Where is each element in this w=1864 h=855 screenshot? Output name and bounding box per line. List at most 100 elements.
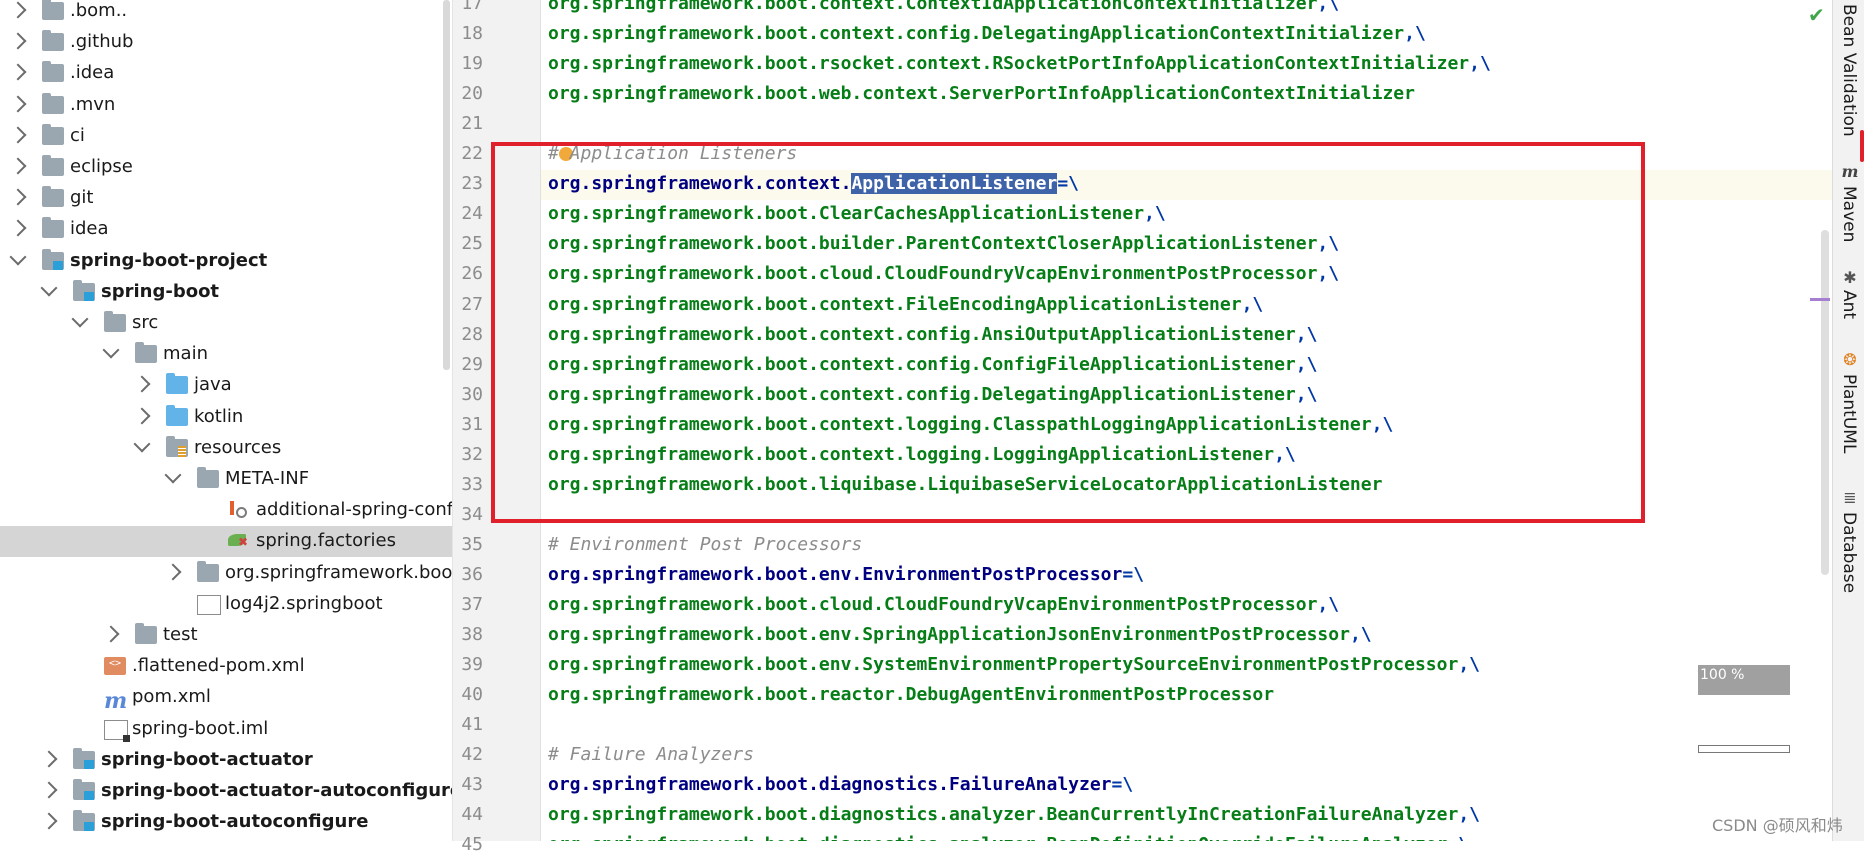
chevron-right-icon[interactable] (9, 219, 27, 237)
chevron-down-icon[interactable] (102, 341, 120, 359)
chevron-down-icon[interactable] (71, 310, 89, 328)
chevron-right-icon[interactable] (9, 157, 27, 175)
chevron-down-icon[interactable] (164, 466, 182, 484)
code-line[interactable]: org.springframework.boot.context.config.… (541, 321, 1832, 351)
tool-ant[interactable]: ✱ Ant (1835, 268, 1863, 330)
tree-item[interactable]: .github (0, 27, 452, 58)
tree-item[interactable]: eclipse (0, 152, 452, 183)
code-line[interactable]: org.springframework.boot.diagnostics.ana… (541, 831, 1832, 841)
line-continuation: ,\ (1317, 263, 1340, 285)
chevron-right-icon[interactable] (9, 95, 27, 113)
tree-item[interactable]: spring-boot-project (0, 246, 452, 277)
code-line[interactable]: org.springframework.boot.context.config.… (541, 20, 1832, 50)
tree-item[interactable]: log4j2.springboot (0, 589, 452, 620)
chevron-right-icon[interactable] (40, 781, 58, 799)
tree-item-label: spring-boot-project (70, 249, 268, 271)
code-line[interactable]: org.springframework.boot.context.config.… (541, 381, 1832, 411)
code-line[interactable] (541, 711, 1832, 741)
tree-item[interactable]: spring-boot-actuator-autoconfigure (0, 776, 452, 807)
code-editor[interactable]: org.springframework.boot.context.Context… (541, 0, 1832, 841)
chevron-right-icon[interactable] (9, 188, 27, 206)
tree-item[interactable]: <> .flattened-pom.xml (0, 651, 452, 682)
code-line[interactable] (541, 501, 1832, 531)
code-text: org.springframework.context.ApplicationL… (548, 173, 1080, 195)
tree-item[interactable]: idea (0, 214, 452, 245)
code-line[interactable]: org.springframework.boot.context.FileEnc… (541, 291, 1832, 321)
chevron-right-icon[interactable] (133, 375, 151, 393)
tree-item[interactable]: git (0, 183, 452, 214)
chevron-right-icon[interactable] (102, 625, 120, 643)
tree-item[interactable]: spring.factories (0, 526, 452, 558)
tree-item-label: spring-boot-actuator (101, 748, 313, 770)
code-text: org.springframework.boot.context.logging… (548, 414, 1393, 435)
tree-item-label: .mvn (70, 93, 116, 115)
tree-item[interactable]: test (0, 620, 452, 651)
chevron-down-icon[interactable] (9, 248, 27, 266)
tree-item[interactable]: spring-boot.iml (0, 714, 452, 745)
code-line[interactable]: org.springframework.context.ApplicationL… (541, 170, 1832, 201)
chevron-down-icon[interactable] (133, 435, 151, 453)
line-continuation: =\ (1057, 173, 1080, 195)
code-line[interactable]: org.springframework.boot.rsocket.context… (541, 50, 1832, 80)
chevron-right-icon[interactable] (9, 63, 27, 81)
chevron-right-icon[interactable] (40, 750, 58, 768)
code-line[interactable]: org.springframework.boot.env.SpringAppli… (541, 621, 1832, 651)
tree-item[interactable]: spring-boot-actuator (0, 745, 452, 776)
inspection-ok-icon[interactable]: ✔ (1808, 3, 1825, 27)
code-line[interactable]: org.springframework.boot.context.logging… (541, 441, 1832, 471)
code-comment: # Failure Analyzers (548, 744, 754, 766)
tree-item[interactable]: src (0, 308, 452, 339)
editor-scrollbar[interactable] (1821, 230, 1829, 575)
chevron-right-icon[interactable] (40, 812, 58, 830)
tree-item[interactable]: spring-boot-autoconfigure (0, 807, 452, 838)
chevron-down-icon[interactable] (40, 279, 58, 297)
code-line[interactable]: org.springframework.boot.diagnostics.ana… (541, 801, 1832, 831)
chevron-right-icon[interactable] (9, 1, 27, 19)
property-key: org.springframework.boot.diagnostics.Fai… (548, 774, 1112, 796)
tree-item-label: .idea (70, 62, 115, 84)
code-line[interactable]: org.springframework.boot.context.logging… (541, 411, 1832, 441)
chevron-right-icon[interactable] (133, 407, 151, 425)
code-line[interactable]: # Environment Post Processors (541, 531, 1832, 561)
tool-plantuml[interactable]: ❂ PlantUML (1835, 350, 1863, 465)
tree-item[interactable]: resources (0, 433, 452, 464)
code-line[interactable]: # Application Listeners (541, 140, 1832, 170)
code-line[interactable]: org.springframework.boot.diagnostics.Fai… (541, 771, 1832, 801)
chevron-right-icon[interactable] (164, 563, 182, 581)
tool-database[interactable]: ≣ Database (1835, 488, 1863, 593)
code-line[interactable]: org.springframework.boot.builder.ParentC… (541, 230, 1832, 260)
code-line[interactable]: org.springframework.boot.context.Context… (541, 0, 1832, 20)
code-line[interactable]: org.springframework.boot.cloud.CloudFoun… (541, 260, 1832, 290)
code-line[interactable]: org.springframework.boot.env.Environment… (541, 561, 1832, 591)
zoom-slider[interactable] (1698, 745, 1790, 753)
tree-item[interactable]: .idea (0, 58, 452, 89)
tree-item[interactable]: spring-boot (0, 277, 452, 308)
tree-item[interactable]: java (0, 370, 452, 401)
code-line[interactable] (541, 110, 1832, 140)
code-line[interactable]: org.springframework.boot.context.config.… (541, 351, 1832, 381)
tool-maven[interactable]: m Maven (1835, 162, 1863, 242)
tree-item[interactable]: .mvn (0, 90, 452, 121)
code-line[interactable]: org.springframework.boot.ClearCachesAppl… (541, 200, 1832, 230)
line-continuation: ,\ (1371, 413, 1394, 435)
tree-item[interactable]: kotlin (0, 402, 452, 433)
tree-item[interactable]: META-INF (0, 464, 452, 495)
chevron-right-icon[interactable] (9, 32, 27, 50)
code-text: org.springframework.boot.builder.ParentC… (548, 233, 1339, 254)
tree-scrollbar[interactable] (443, 0, 450, 370)
code-line[interactable]: org.springframework.boot.reactor.DebugAg… (541, 681, 1832, 711)
tree-item[interactable]: ci (0, 121, 452, 152)
tree-item[interactable]: .bom.. (0, 0, 452, 27)
tree-item[interactable]: additional-spring-configuration-metadata… (0, 495, 452, 526)
tool-bean-validation[interactable]: Bean Validation (1835, 4, 1863, 139)
metadata-file-icon (228, 501, 250, 519)
tree-item[interactable]: m pom.xml (0, 682, 452, 714)
code-line[interactable]: org.springframework.boot.liquibase.Liqui… (541, 471, 1832, 501)
code-line[interactable]: org.springframework.boot.env.SystemEnvir… (541, 651, 1832, 681)
code-line[interactable]: org.springframework.boot.web.context.Ser… (541, 80, 1832, 110)
code-line[interactable]: # Failure Analyzers (541, 741, 1832, 771)
code-line[interactable]: org.springframework.boot.cloud.CloudFoun… (541, 591, 1832, 621)
tree-item[interactable]: org.springframework.boot (0, 558, 452, 589)
tree-item[interactable]: main (0, 339, 452, 370)
chevron-right-icon[interactable] (9, 126, 27, 144)
